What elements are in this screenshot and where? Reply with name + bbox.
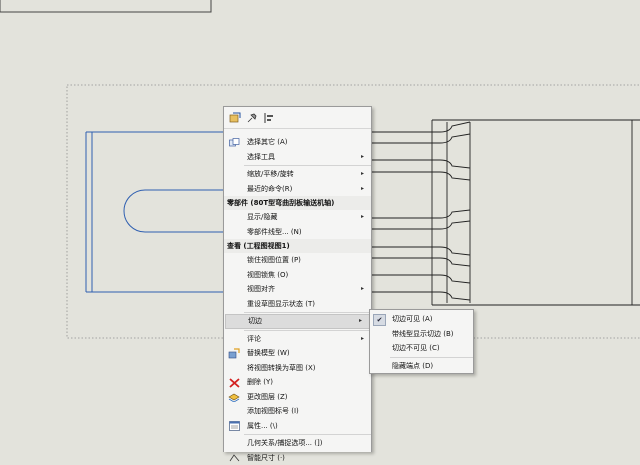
smart-dimension-icon[interactable] <box>228 111 241 124</box>
submenu-item-tangent-hidden[interactable]: 切边不可见 (C) <box>370 341 473 356</box>
menu-item-smart-dimension[interactable]: 智能尺寸 (·) <box>224 451 371 465</box>
submenu-arrow-icon: ▸ <box>361 282 364 297</box>
menu-item-recent-commands[interactable]: 最近的命令(R) ▸ <box>224 182 371 197</box>
menu-item-component-line-font[interactable]: 零部件线型... (N) <box>224 225 371 240</box>
menu-item-lock-view-focus[interactable]: 视图锁焦 (O) <box>224 268 371 283</box>
submenu-item-tangent-visible[interactable]: ✔ 切边可见 (A) <box>370 312 473 327</box>
menu-item-view-alignment[interactable]: 视图对齐 ▸ <box>224 282 371 297</box>
drawing-sheet-border <box>0 0 211 12</box>
select-other-icon <box>228 137 240 148</box>
menu-item-comment[interactable]: 评论 ▸ <box>224 332 371 347</box>
context-toolbar <box>224 107 371 129</box>
menu-item-delete[interactable]: 删除 (Y) <box>224 375 371 390</box>
spline-shaft-end[interactable] <box>370 120 640 305</box>
context-menu: 选择其它 (A) 选择工具 ▸ 缩放/平移/旋转 ▸ 最近的命令(R) ▸ 零部… <box>223 106 372 452</box>
properties-icon <box>228 421 240 432</box>
menu-item-select-other[interactable]: 选择其它 (A) <box>224 135 371 150</box>
menu-item-replace-model[interactable]: 替换模型 (W) <box>224 346 371 361</box>
section-header-view: 查看 (工程图视图1) <box>224 239 371 253</box>
menu-item-convert-to-sketch[interactable]: 将视图转换为草图 (X) <box>224 361 371 376</box>
submenu-arrow-icon: ▸ <box>361 182 364 197</box>
submenu-arrow-icon: ▸ <box>361 150 364 165</box>
delete-icon <box>228 377 240 388</box>
checkmark-icon: ✔ <box>373 314 386 326</box>
menu-item-change-layer[interactable]: 更改图层 (Z) <box>224 390 371 405</box>
shaft-selected-outline[interactable] <box>86 132 223 292</box>
submenu-arrow-icon: ▸ <box>361 332 364 347</box>
menu-item-add-view-label[interactable]: 添加视图标号 (I) <box>224 404 371 419</box>
dimension-icon <box>228 453 240 464</box>
menu-item-show-hide[interactable]: 显示/隐藏 ▸ <box>224 210 371 225</box>
menu-item-zoom-pan-rotate[interactable]: 缩放/平移/旋转 ▸ <box>224 167 371 182</box>
menu-item-relations-snaps[interactable]: 几何关系/捕捉选项... (]) <box>224 436 371 451</box>
submenu-arrow-icon: ▸ <box>361 167 364 182</box>
align-icon[interactable] <box>262 111 275 124</box>
menu-item-tangent-edge[interactable]: 切边 ▸ <box>225 314 370 329</box>
pin-icon[interactable] <box>245 111 258 124</box>
submenu-arrow-icon: ▸ <box>359 315 362 328</box>
submenu-arrow-icon: ▸ <box>361 210 364 225</box>
menu-item-properties[interactable]: 属性... (\) <box>224 419 371 434</box>
submenu-item-hide-endpoints[interactable]: 隐藏端点 (D) <box>370 359 473 374</box>
layer-icon <box>228 392 240 403</box>
submenu-item-tangent-with-font[interactable]: 带线型显示切边 (B) <box>370 327 473 342</box>
menu-item-selection-tools[interactable]: 选择工具 ▸ <box>224 150 371 165</box>
tangent-edge-submenu: ✔ 切边可见 (A) 带线型显示切边 (B) 切边不可见 (C) 隐藏端点 (D… <box>369 309 474 374</box>
section-header-component: 零部件 (80T型弯曲刮板输送机轴) <box>224 196 371 210</box>
menu-item-lock-view-position[interactable]: 锁住视图位置 (P) <box>224 253 371 268</box>
menu-item-reset-sketch-display[interactable]: 重设草图显示状态 (T) <box>224 297 371 312</box>
replace-model-icon <box>228 348 240 359</box>
